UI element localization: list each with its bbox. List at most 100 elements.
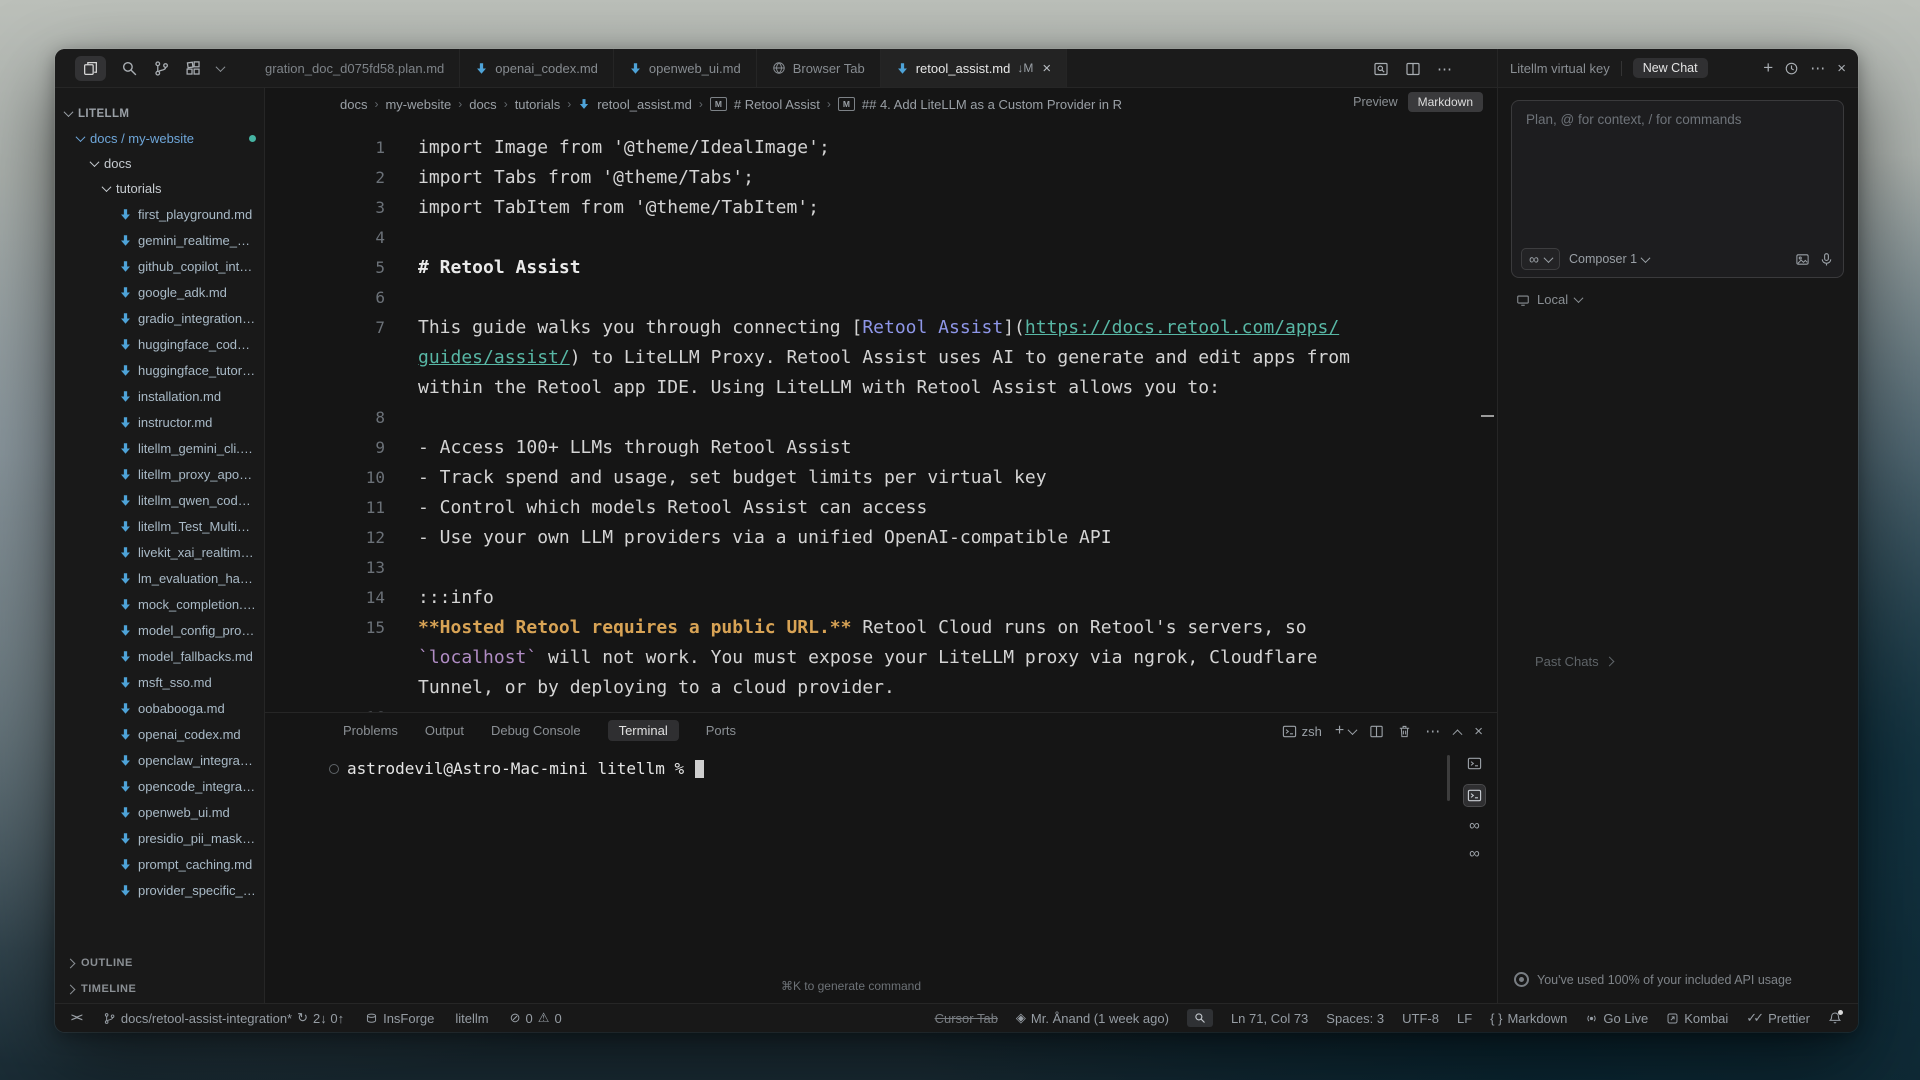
tab-openai-codex[interactable]: openai_codex.md — [460, 49, 614, 87]
file-list-item[interactable]: provider_specific_para... — [55, 877, 264, 903]
encoding[interactable]: UTF-8 — [1402, 1011, 1439, 1026]
file-list-item[interactable]: model_fallbacks.md — [55, 643, 264, 669]
chat-tab-litellm-key[interactable]: Litellm virtual key — [1510, 61, 1610, 76]
file-list-item[interactable]: litellm_Test_Multiple_Pr... — [55, 513, 264, 539]
file-list-item[interactable]: livekit_xai_realtime.md — [55, 539, 264, 565]
file-list-item[interactable]: installation.md — [55, 383, 264, 409]
breadcrumb-item[interactable]: my-website — [385, 97, 451, 112]
agent-mode-pill[interactable]: ∞ — [1521, 248, 1560, 270]
terminal-instance-icon[interactable] — [1464, 753, 1485, 774]
new-chat-plus-icon[interactable]: + — [1763, 58, 1773, 78]
more-actions-icon[interactable]: ⋯ — [1425, 722, 1441, 740]
panel-tab[interactable]: Ports — [706, 720, 736, 741]
file-list-item[interactable]: prompt_caching.md — [55, 851, 264, 877]
more-actions-icon[interactable]: ⋯ — [1437, 60, 1453, 78]
chevron-down-icon[interactable] — [216, 62, 226, 72]
split-terminal-icon[interactable] — [1369, 724, 1384, 739]
breadcrumb-item[interactable]: tutorials — [515, 97, 561, 112]
file-list-item[interactable]: litellm_qwen_code_cli.md — [55, 487, 264, 513]
file-list-item[interactable]: first_playground.md — [55, 201, 264, 227]
file-list-item[interactable]: huggingface_tutorial.md — [55, 357, 264, 383]
prettier-button[interactable]: ✓✓ Prettier — [1746, 1010, 1810, 1026]
attach-image-icon[interactable] — [1795, 252, 1810, 267]
git-blame[interactable]: ◈ Mr. Ånand (1 week ago) — [1016, 1010, 1169, 1026]
maximize-panel-icon[interactable] — [1453, 729, 1463, 739]
explorer-icon[interactable] — [75, 56, 106, 81]
go-live-button[interactable]: Go Live — [1585, 1011, 1648, 1026]
file-list-item[interactable]: gemini_realtime_with_a... — [55, 227, 264, 253]
file-list-item[interactable]: oobabooga.md — [55, 695, 264, 721]
panel-tab[interactable]: Output — [425, 720, 464, 741]
breadcrumb[interactable]: docs › my-website › docs › tutorials › r… — [340, 88, 1122, 120]
folder-docs[interactable]: docs — [55, 151, 264, 176]
agent-terminal-icon[interactable]: ∞ — [1469, 817, 1480, 834]
panel-tab[interactable]: Terminal — [608, 720, 679, 741]
breadcrumb-symbol[interactable]: # Retool Assist — [734, 97, 820, 112]
indentation[interactable]: Spaces: 3 — [1326, 1011, 1384, 1026]
explorer-root-litellm[interactable]: LITELLM — [55, 101, 264, 126]
close-panel-icon[interactable]: × — [1474, 723, 1483, 740]
file-list-item[interactable]: openweb_ui.md — [55, 799, 264, 825]
breadcrumb-file[interactable]: retool_assist.md — [597, 97, 692, 112]
source-control-icon[interactable] — [153, 60, 170, 77]
file-list-item[interactable]: openclaw_integration.md — [55, 747, 264, 773]
shell-label[interactable]: zsh — [1282, 724, 1322, 739]
search-icon[interactable] — [121, 60, 138, 77]
kombai-button[interactable]: Kombai — [1666, 1011, 1728, 1026]
language-mode[interactable]: { } Markdown — [1490, 1011, 1567, 1026]
tab-retool-assist[interactable]: retool_assist.md ↓M × — [881, 49, 1067, 87]
split-editor-icon[interactable] — [1405, 61, 1421, 77]
eol-sequence[interactable]: LF — [1457, 1011, 1472, 1026]
chat-more-icon[interactable]: ⋯ — [1810, 59, 1826, 77]
preview-button[interactable]: Preview — [1353, 95, 1397, 109]
file-list-item[interactable]: litellm_gemini_cli.md — [55, 435, 264, 461]
panel-tab[interactable]: Debug Console — [491, 720, 581, 741]
model-selector[interactable]: Composer 1 — [1569, 252, 1649, 266]
extensions-icon[interactable] — [185, 60, 202, 77]
tab-browser[interactable]: Browser Tab — [757, 49, 881, 87]
agent-terminal-icon[interactable]: ∞ — [1469, 845, 1480, 862]
terminal-scrollbar[interactable] — [1447, 755, 1450, 801]
folder-docs-my-website[interactable]: docs / my-website — [55, 126, 264, 151]
file-list-item[interactable]: model_config_proxy.md — [55, 617, 264, 643]
cursor-tab-toggle[interactable]: Cursor Tab — [935, 1011, 998, 1026]
git-branch-status[interactable]: docs/retool-assist-integration* ↻ 2↓ 0↑ — [103, 1010, 344, 1026]
breadcrumb-item[interactable]: docs — [469, 97, 496, 112]
problems-status[interactable]: ⊘ 0 ⚠ 0 — [510, 1010, 562, 1026]
past-chats-link[interactable]: Past Chats — [1535, 654, 1613, 669]
chat-tab-new-chat[interactable]: New Chat — [1633, 58, 1708, 78]
breadcrumb-item[interactable]: docs — [340, 97, 367, 112]
file-list-item[interactable]: instructor.md — [55, 409, 264, 435]
file-list-item[interactable]: lm_evaluation_harness.... — [55, 565, 264, 591]
tab-plan-doc[interactable]: gration_doc_d075fd58.plan.md — [262, 49, 460, 87]
file-list-item[interactable]: huggingface_codellama... — [55, 331, 264, 357]
search-editor-icon[interactable] — [1373, 61, 1389, 77]
sidebar-section-header[interactable]: TIMELINE — [55, 976, 264, 1002]
file-list-item[interactable]: gradio_integration.md — [55, 305, 264, 331]
project-status[interactable]: litellm — [455, 1011, 488, 1026]
tab-openweb-ui[interactable]: openweb_ui.md — [614, 49, 757, 87]
file-list-item[interactable]: openai_codex.md — [55, 721, 264, 747]
file-list-item[interactable]: opencode_integration.md — [55, 773, 264, 799]
kill-terminal-icon[interactable] — [1397, 724, 1412, 739]
panel-tab[interactable]: Problems — [343, 720, 398, 741]
file-list-item[interactable]: google_adk.md — [55, 279, 264, 305]
markdown-button[interactable]: Markdown — [1408, 92, 1483, 112]
code-area[interactable]: 1 import Image from '@theme/IdealImage';… — [265, 133, 1497, 712]
breadcrumb-symbol[interactable]: ## 4. Add LiteLLM as a Custom Provider i… — [862, 97, 1122, 112]
remote-indicator[interactable]: >< — [71, 1012, 82, 1024]
insforge-status[interactable]: InsForge — [365, 1011, 434, 1026]
history-clock-icon[interactable] — [1784, 61, 1799, 76]
notifications-bell-icon[interactable] — [1828, 1011, 1842, 1025]
chat-input[interactable] — [1524, 110, 1833, 235]
folder-tutorials[interactable]: tutorials — [55, 176, 264, 201]
new-terminal-button[interactable]: + — [1335, 722, 1356, 740]
file-list-item[interactable]: github_copilot_integrati... — [55, 253, 264, 279]
voice-input-icon[interactable] — [1819, 252, 1834, 267]
terminal-instance-icon-active[interactable] — [1464, 785, 1485, 806]
chat-close-icon[interactable]: × — [1837, 60, 1846, 77]
file-list-item[interactable]: litellm_proxy_aporia.md — [55, 461, 264, 487]
cursor-position[interactable]: Ln 71, Col 73 — [1231, 1011, 1308, 1026]
file-list-item[interactable]: msft_sso.md — [55, 669, 264, 695]
local-context-selector[interactable]: Local — [1516, 292, 1582, 307]
